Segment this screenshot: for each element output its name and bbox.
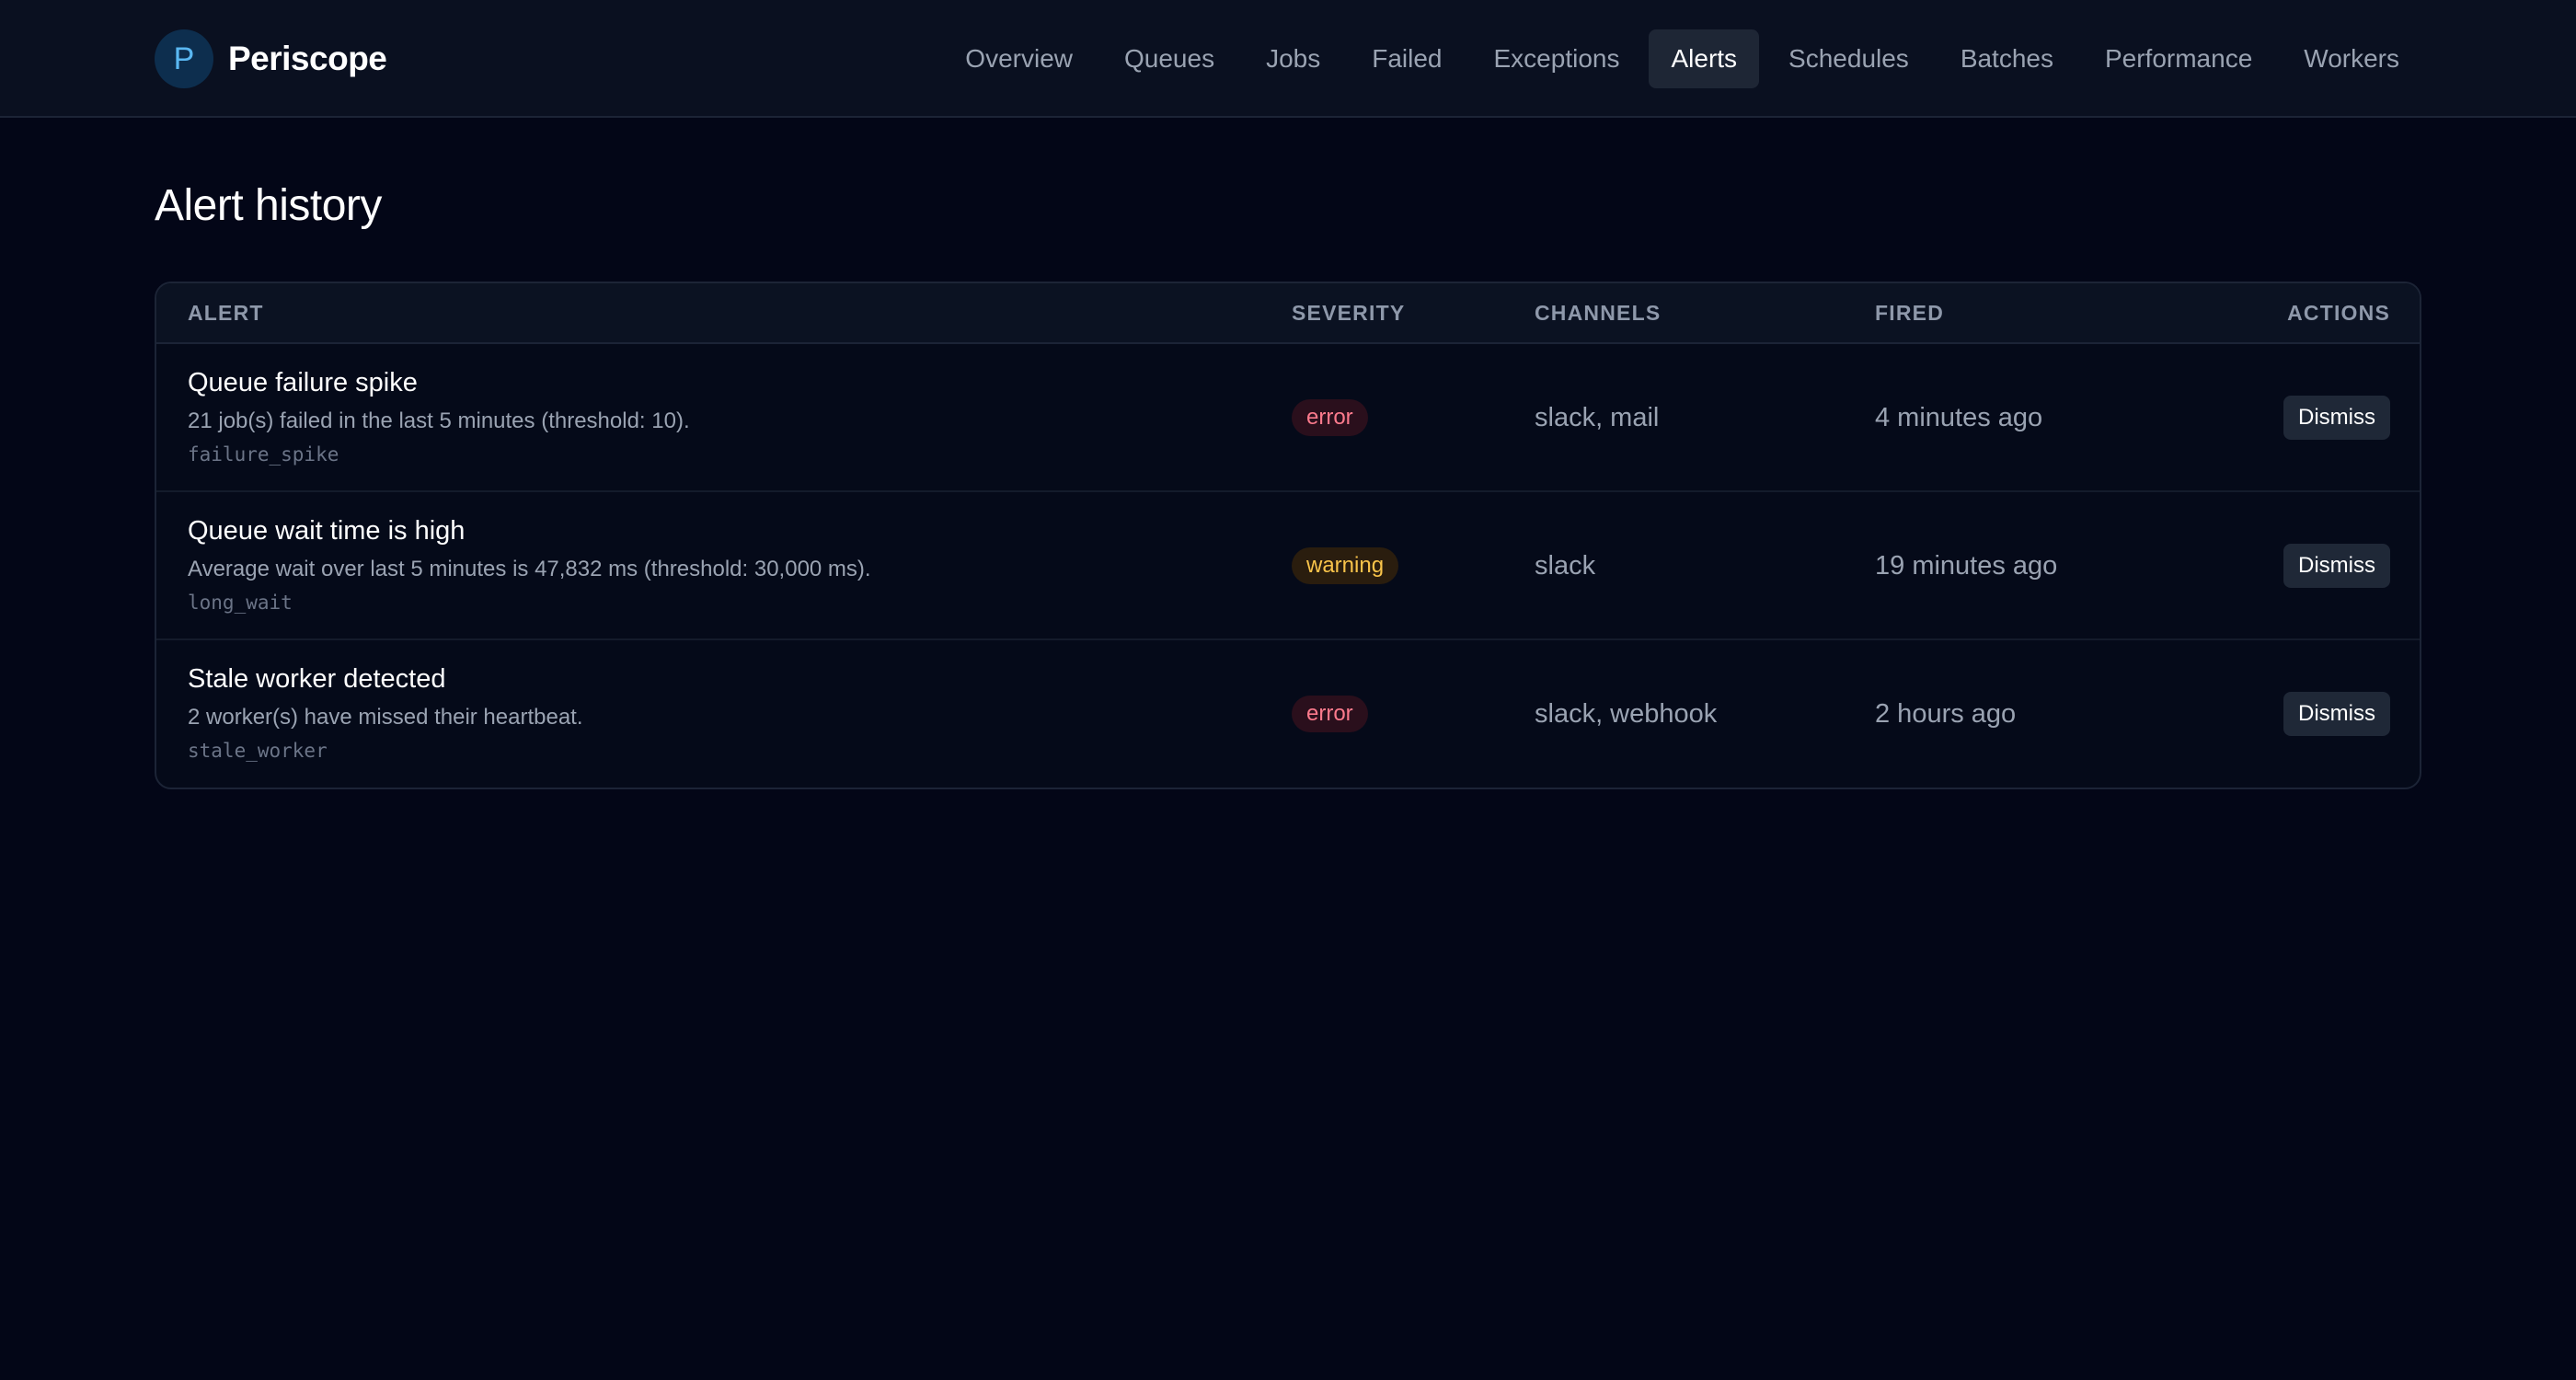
- table-row: Queue failure spike 21 job(s) failed in …: [156, 344, 2420, 492]
- brand[interactable]: P Periscope: [155, 29, 387, 88]
- column-header-alert: Alert: [188, 301, 264, 325]
- alert-description: 2 worker(s) have missed their heartbeat.: [188, 705, 583, 730]
- alert-fired-time: 19 minutes ago: [1875, 551, 2058, 581]
- column-header-severity: Severity: [1292, 301, 1406, 325]
- app-name: Periscope: [228, 40, 387, 77]
- page-title: Alert history: [155, 181, 382, 230]
- alert-description: 21 job(s) failed in the last 5 minutes (…: [188, 408, 690, 433]
- alert-key: failure_spike: [188, 443, 339, 466]
- column-header-fired: Fired: [1875, 301, 1944, 325]
- top-navigation-bar: P Periscope Overview Queues Jobs Failed …: [0, 0, 2576, 118]
- nav-item-jobs[interactable]: Jobs: [1244, 29, 1342, 88]
- dismiss-button[interactable]: Dismiss: [2283, 544, 2390, 588]
- alert-key: long_wait: [188, 592, 293, 614]
- severity-badge: error: [1292, 399, 1368, 436]
- alert-title: Stale worker detected: [188, 664, 446, 694]
- column-header-actions: Actions: [2287, 301, 2390, 325]
- nav-item-performance[interactable]: Performance: [2083, 29, 2274, 88]
- alert-channels: slack: [1535, 551, 1596, 581]
- periscope-logo-icon: P: [155, 29, 213, 88]
- nav-item-alerts[interactable]: Alerts: [1649, 29, 1760, 88]
- alert-title: Queue wait time is high: [188, 516, 466, 546]
- alert-fired-time: 2 hours ago: [1875, 699, 2017, 729]
- table-row: Stale worker detected 2 worker(s) have m…: [156, 640, 2420, 788]
- alert-history-table: Alert Severity Channels Fired Actions Qu…: [155, 282, 2421, 789]
- severity-badge: error: [1292, 696, 1368, 732]
- nav-item-batches[interactable]: Batches: [1938, 29, 2076, 88]
- column-header-channels: Channels: [1535, 301, 1662, 325]
- nav-item-overview[interactable]: Overview: [943, 29, 1095, 88]
- nav-item-exceptions[interactable]: Exceptions: [1472, 29, 1642, 88]
- dismiss-button[interactable]: Dismiss: [2283, 692, 2390, 736]
- alert-description: Average wait over last 5 minutes is 47,8…: [188, 557, 871, 581]
- alert-title: Queue failure spike: [188, 368, 418, 397]
- alert-key: stale_worker: [188, 740, 328, 762]
- severity-badge: warning: [1292, 547, 1399, 584]
- table-header: Alert Severity Channels Fired Actions: [156, 283, 2420, 344]
- nav-item-queues[interactable]: Queues: [1102, 29, 1236, 88]
- nav-item-workers[interactable]: Workers: [2282, 29, 2421, 88]
- nav-item-schedules[interactable]: Schedules: [1766, 29, 1931, 88]
- table-row: Queue wait time is high Average wait ove…: [156, 492, 2420, 640]
- alert-channels: slack, mail: [1535, 403, 1660, 432]
- main-nav: Overview Queues Jobs Failed Exceptions A…: [936, 29, 2421, 88]
- dismiss-button[interactable]: Dismiss: [2283, 396, 2390, 440]
- nav-item-failed[interactable]: Failed: [1350, 29, 1464, 88]
- alert-fired-time: 4 minutes ago: [1875, 403, 2043, 432]
- alert-channels: slack, webhook: [1535, 699, 1718, 729]
